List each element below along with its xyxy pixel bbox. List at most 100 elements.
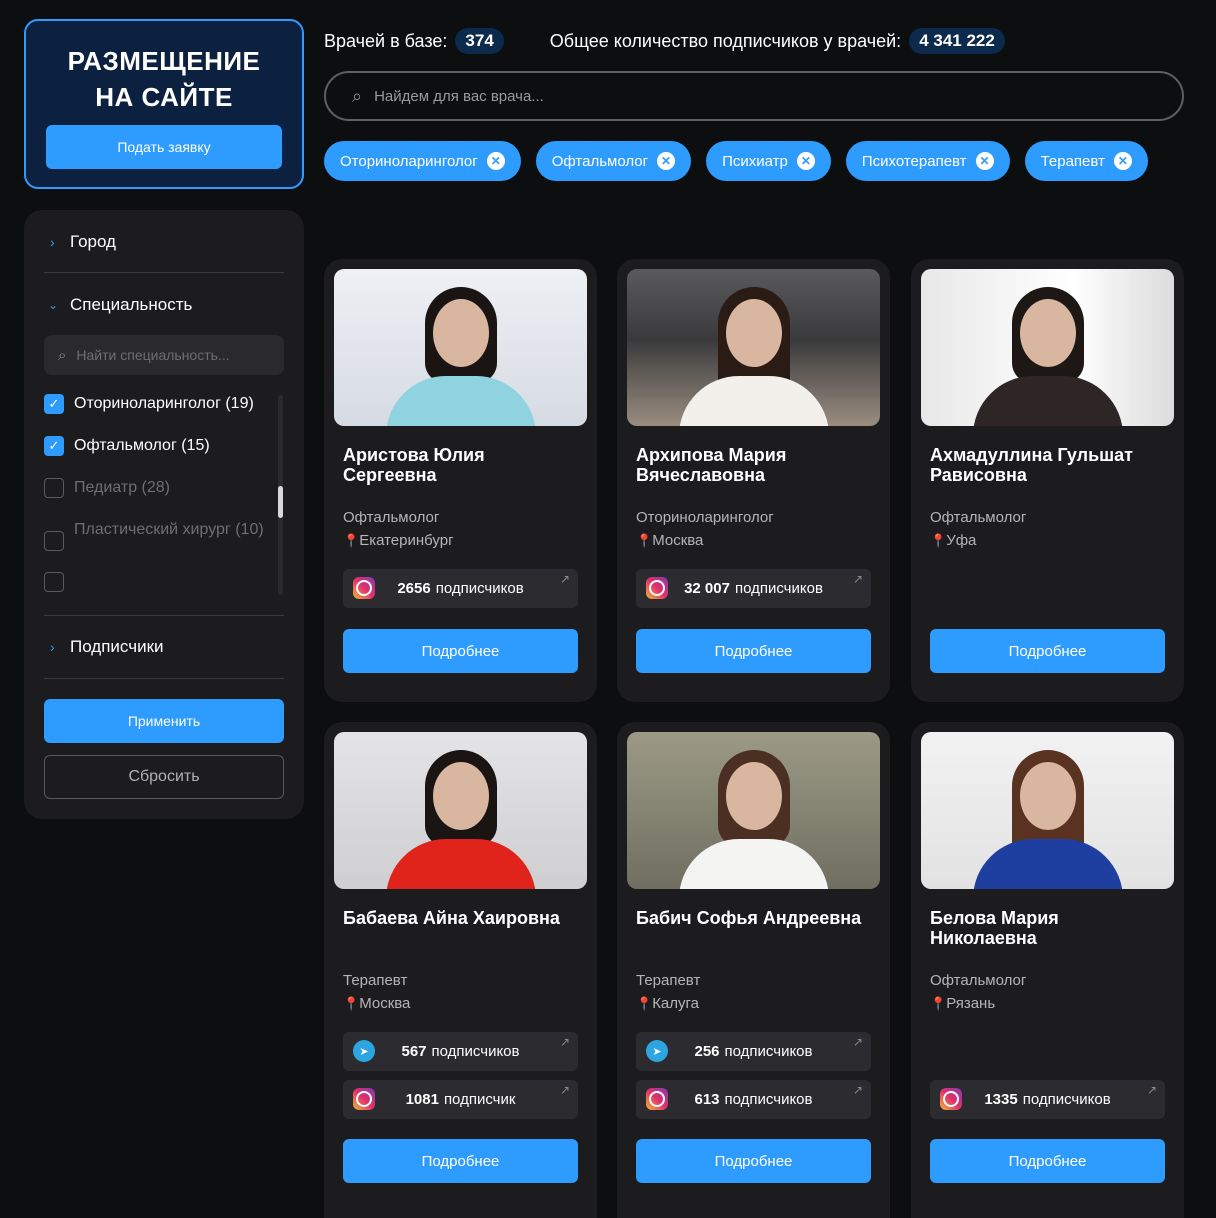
close-icon[interactable]: ✕ bbox=[975, 152, 994, 170]
subscriber-count: 613 bbox=[694, 1091, 720, 1108]
specialty-option[interactable]: Педиатр (28) bbox=[44, 477, 284, 499]
doctor-name: Бабаева Айна Хаировна bbox=[343, 908, 560, 928]
filter-tag[interactable]: Терапевт ✕ bbox=[1024, 141, 1148, 181]
subscribers-total-badge: 4 341 222 bbox=[909, 28, 1005, 54]
specialty-search-input[interactable] bbox=[76, 347, 267, 363]
specialty-search: ⌕ bbox=[44, 335, 284, 375]
specialty-scrollbar-thumb[interactable] bbox=[278, 486, 283, 518]
checkbox-unchecked-icon[interactable] bbox=[44, 572, 64, 592]
doctor-specialty: Оториноларинголог bbox=[636, 509, 774, 526]
search-icon: ⌕ bbox=[352, 85, 363, 106]
doctor-city-label: Уфа bbox=[946, 532, 977, 549]
filter-tag[interactable]: Психотерапевт ✕ bbox=[845, 141, 1010, 181]
chevron-right-icon: › bbox=[50, 639, 55, 655]
photo-face bbox=[1019, 762, 1076, 830]
social-link[interactable]: 1081 подписчик ↗ bbox=[343, 1080, 578, 1119]
apply-button[interactable]: Применить bbox=[44, 699, 284, 743]
doctor-card: Архипова Мария Вячеславовна Оториноларин… bbox=[617, 259, 890, 702]
doctor-city: 📍Уфа bbox=[930, 532, 976, 549]
external-link-icon: ↗ bbox=[852, 1083, 863, 1097]
checkbox-unchecked-icon[interactable] bbox=[44, 531, 64, 551]
filter-tag[interactable]: Оториноларинголог ✕ bbox=[324, 141, 521, 181]
checkbox-unchecked-icon[interactable] bbox=[44, 478, 64, 498]
doctor-photo bbox=[921, 732, 1174, 889]
specialty-option-label: Оториноларинголог (19) bbox=[74, 395, 254, 412]
filter-tag-label: Офтальмолог bbox=[551, 152, 649, 170]
photo-face bbox=[432, 762, 489, 830]
specialty-list: ✓ Оториноларинголог (19) ✓ Офтальмолог (… bbox=[44, 393, 284, 595]
details-button[interactable]: Подробнее bbox=[930, 629, 1165, 673]
doctors-count: Врачей в базе: 374 bbox=[324, 28, 504, 54]
doctor-search-input[interactable] bbox=[374, 87, 1075, 105]
location-pin-icon: 📍 bbox=[930, 996, 947, 1011]
doctor-name: Ахмадуллина Гульшат Рависовна bbox=[930, 445, 1133, 485]
social-link[interactable]: 2656 подписчиков ↗ bbox=[343, 569, 578, 608]
photo-face bbox=[725, 299, 782, 367]
checkbox-checked-icon[interactable]: ✓ bbox=[44, 394, 64, 414]
doctor-name: Аристова Юлия Сергеевна bbox=[343, 445, 485, 485]
doctor-city-label: Калуга bbox=[652, 995, 700, 1012]
doctor-photo bbox=[334, 732, 587, 889]
subscriber-count: 567 bbox=[401, 1043, 427, 1060]
subscriber-label: подписчиков bbox=[435, 580, 524, 597]
reset-button[interactable]: Сбросить bbox=[44, 755, 284, 799]
filter-tag-label: Психотерапевт bbox=[861, 152, 967, 170]
social-link[interactable]: ➤ 256 подписчиков ↗ bbox=[636, 1032, 871, 1071]
close-icon[interactable]: ✕ bbox=[796, 152, 815, 170]
photo-body bbox=[385, 839, 536, 889]
external-link-icon: ↗ bbox=[559, 1035, 570, 1049]
subscriber-label: подписчиков bbox=[1022, 1091, 1111, 1108]
instagram-icon bbox=[353, 1088, 375, 1110]
instagram-icon bbox=[646, 577, 668, 599]
subscriber-count: 32 007 bbox=[684, 580, 730, 597]
social-link[interactable]: ➤ 567 подписчиков ↗ bbox=[343, 1032, 578, 1071]
filter-section-subscribers[interactable]: › Подписчики bbox=[44, 635, 284, 659]
submit-application-button[interactable]: Подать заявку bbox=[46, 125, 282, 169]
filter-specialty-label: Специальность bbox=[70, 295, 193, 314]
doctor-specialty: Офтальмолог bbox=[930, 972, 1027, 989]
social-link[interactable]: 32 007 подписчиков ↗ bbox=[636, 569, 871, 608]
social-link[interactable]: 1335 подписчиков ↗ bbox=[930, 1080, 1165, 1119]
location-pin-icon: 📍 bbox=[343, 996, 360, 1011]
specialty-option-label: Офтальмолог (15) bbox=[74, 437, 210, 454]
photo-face bbox=[1019, 299, 1076, 367]
doctor-card: Бабаева Айна Хаировна Терапевт 📍Москва ➤… bbox=[324, 722, 597, 1218]
details-button[interactable]: Подробнее bbox=[930, 1139, 1165, 1183]
close-icon[interactable]: ✕ bbox=[1113, 152, 1132, 170]
doctor-card: Аристова Юлия Сергеевна Офтальмолог 📍Ека… bbox=[324, 259, 597, 702]
stats-bar: Врачей в базе: 374 Общее количество подп… bbox=[324, 27, 1005, 55]
photo-body bbox=[678, 376, 829, 426]
details-button[interactable]: Подробнее bbox=[636, 1139, 871, 1183]
filter-tag[interactable]: Психиатр ✕ bbox=[706, 141, 831, 181]
photo-body bbox=[678, 839, 829, 889]
specialty-option[interactable]: ✓ Оториноларинголог (19) bbox=[44, 393, 284, 415]
close-icon[interactable]: ✕ bbox=[486, 152, 505, 170]
subscribers-total: Общее количество подписчиков у врачей: 4… bbox=[550, 28, 1005, 54]
photo-face bbox=[432, 299, 489, 367]
checkbox-checked-icon[interactable]: ✓ bbox=[44, 436, 64, 456]
specialty-option[interactable]: Пластический хирург (10) bbox=[44, 519, 284, 551]
external-link-icon: ↗ bbox=[559, 572, 570, 586]
close-icon[interactable]: ✕ bbox=[657, 152, 676, 170]
photo-body bbox=[972, 376, 1123, 426]
photo-face bbox=[725, 762, 782, 830]
specialty-option[interactable]: ✓ Офтальмолог (15) bbox=[44, 435, 284, 457]
subscriber-count: 1335 bbox=[984, 1091, 1018, 1108]
subscriber-count: 256 bbox=[694, 1043, 720, 1060]
doctor-name: Белова Мария Николаевна bbox=[930, 908, 1059, 948]
doctor-city: 📍Калуга bbox=[636, 995, 699, 1012]
subscribers-total-label: Общее количество подписчиков у врачей: bbox=[549, 30, 902, 51]
social-link[interactable]: 613 подписчиков ↗ bbox=[636, 1080, 871, 1119]
subscriber-label: подписчиков bbox=[734, 580, 823, 597]
details-button[interactable]: Подробнее bbox=[636, 629, 871, 673]
filter-tag-label: Терапевт bbox=[1040, 152, 1105, 170]
subscriber-label: подписчиков bbox=[724, 1091, 813, 1108]
promo-title-line-2: НА САЙТЕ bbox=[95, 82, 233, 112]
details-button[interactable]: Подробнее bbox=[343, 1139, 578, 1183]
specialty-option[interactable] bbox=[44, 571, 284, 592]
filter-section-city[interactable]: › Город bbox=[44, 230, 284, 254]
filter-tag[interactable]: Офтальмолог ✕ bbox=[535, 141, 692, 181]
details-button[interactable]: Подробнее bbox=[343, 629, 578, 673]
doctor-specialty: Терапевт bbox=[343, 972, 408, 989]
filter-section-specialty[interactable]: ⌄ Специальность bbox=[44, 293, 284, 317]
